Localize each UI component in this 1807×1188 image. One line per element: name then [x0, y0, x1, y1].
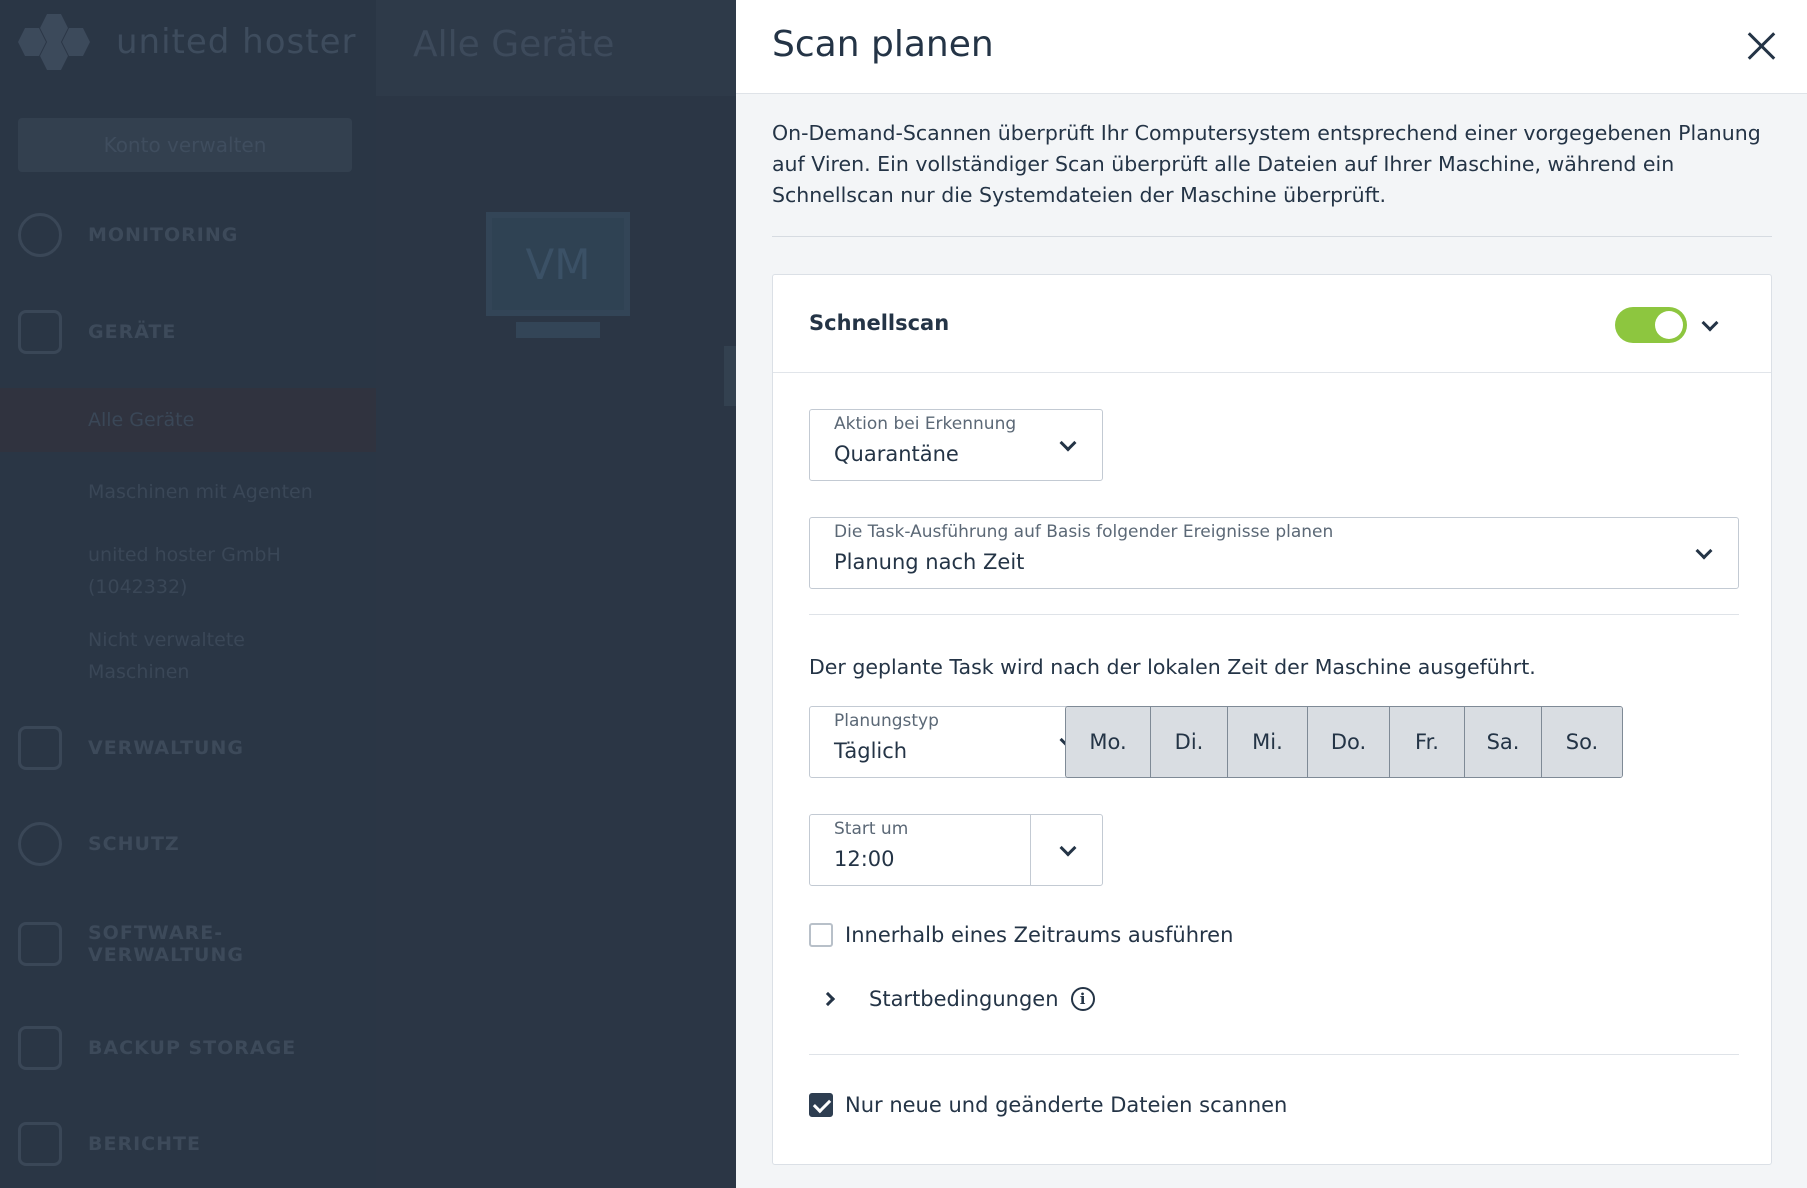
monitor-icon	[18, 310, 62, 354]
nav-protection[interactable]: SCHUTZ	[0, 822, 376, 866]
within-period-checkbox[interactable]	[809, 923, 833, 947]
report-icon	[18, 1122, 62, 1166]
vm-label: VM	[525, 239, 591, 289]
day-thursday[interactable]: Do.	[1308, 707, 1390, 777]
sidebar: united hoster Konto verwalten MONITORING…	[0, 0, 376, 1188]
close-icon[interactable]	[1743, 28, 1779, 64]
nav-devices[interactable]: GERÄTE	[0, 310, 376, 354]
chevron-down-icon[interactable]	[1059, 839, 1077, 858]
nav-monitoring[interactable]: MONITORING	[0, 213, 376, 257]
weekday-selector: Mo. Di. Mi. Do. Fr. Sa. So.	[1065, 706, 1623, 778]
panel-header: Scan planen	[736, 0, 1807, 94]
day-saturday[interactable]: Sa.	[1465, 707, 1542, 777]
toggle-knob	[1655, 311, 1683, 339]
chevron-right-icon	[820, 991, 836, 1007]
schedule-basis-select[interactable]: Die Task-Ausführung auf Basis folgender …	[809, 517, 1739, 589]
nav-label: MONITORING	[88, 224, 239, 246]
action-on-detection-select[interactable]: Aktion bei Erkennung Quarantäne	[809, 409, 1103, 481]
checkbox-label: Innerhalb eines Zeitraums ausführen	[845, 923, 1234, 947]
card-edge	[724, 346, 736, 406]
field-label: Aktion bei Erkennung	[834, 414, 1017, 434]
nav-label: BERICHTE	[88, 1133, 201, 1155]
vm-stand	[516, 322, 600, 338]
card-title: Schnellscan	[809, 311, 950, 335]
hdd-icon	[18, 1026, 62, 1070]
nav-reports[interactable]: BERICHTE	[0, 1122, 376, 1166]
panel-description: On-Demand-Scannen überprüft Ihr Computer…	[772, 121, 1761, 207]
scan-schedule-panel: Scan planen On-Demand-Scannen überprüft …	[736, 0, 1807, 1188]
start-conditions-expander[interactable]: Startbedingungen i	[820, 987, 1095, 1011]
field-label: Planungstyp	[834, 711, 939, 731]
day-friday[interactable]: Fr.	[1390, 707, 1465, 777]
chevron-down-icon	[1695, 542, 1713, 561]
day-wednesday[interactable]: Mi.	[1228, 707, 1308, 777]
chevron-down-icon	[1059, 434, 1077, 453]
divider	[809, 614, 1739, 615]
logo-text: united hoster	[116, 22, 357, 62]
only-new-files-option[interactable]: Nur neue und geänderte Dateien scannen	[809, 1093, 1287, 1117]
nav-label: GERÄTE	[88, 321, 177, 343]
divider	[772, 236, 1772, 237]
divider	[809, 1054, 1739, 1055]
sub-item-united-hoster[interactable]: united hoster GmbH (1042332)	[88, 539, 348, 603]
gauge-icon	[18, 213, 62, 257]
download-icon	[18, 922, 62, 966]
start-time-select[interactable]: Start um 12:00	[809, 814, 1103, 886]
card-header[interactable]: Schnellscan	[773, 275, 1771, 373]
field-value: Planung nach Zeit	[834, 550, 1025, 574]
field-value: 12:00	[834, 847, 895, 871]
quick-scan-toggle[interactable]	[1615, 307, 1687, 343]
sub-item-machines-with-agents[interactable]: Maschinen mit Agenten	[88, 476, 348, 508]
field-value: Quarantäne	[834, 442, 959, 466]
nav-backup-storage[interactable]: BACKUP STORAGE	[0, 1026, 376, 1070]
day-sunday[interactable]: So.	[1542, 707, 1622, 777]
page-title: Alle Geräte	[413, 24, 615, 65]
plan-type-select[interactable]: Planungstyp Täglich	[809, 706, 1103, 778]
local-time-info: Der geplante Task wird nach der lokalen …	[809, 655, 1536, 679]
logo: united hoster	[18, 12, 356, 72]
shield-icon	[18, 822, 62, 866]
nav-management[interactable]: VERWALTUNG	[0, 726, 376, 770]
field-value: Täglich	[834, 739, 908, 763]
day-monday[interactable]: Mo.	[1066, 707, 1151, 777]
nav-label: BACKUP STORAGE	[88, 1037, 297, 1059]
field-label: Start um	[834, 819, 909, 839]
quick-scan-card: Schnellscan Aktion bei Erkennung Quarant…	[772, 274, 1772, 1165]
chevron-down-icon[interactable]	[1695, 311, 1725, 335]
copy-icon	[18, 726, 62, 770]
nav-label: SCHUTZ	[88, 833, 180, 855]
nav-label: SOFTWARE-VERWALTUNG	[88, 922, 244, 966]
field-label: Die Task-Ausführung auf Basis folgender …	[834, 522, 1334, 542]
field-divider	[1030, 815, 1031, 885]
info-icon[interactable]: i	[1070, 987, 1095, 1011]
logo-hexagon-icon	[18, 12, 90, 72]
within-period-option[interactable]: Innerhalb eines Zeitraums ausführen	[809, 923, 1233, 947]
manage-account-button[interactable]: Konto verwalten	[18, 118, 352, 172]
sub-item-all-devices[interactable]: Alle Geräte	[88, 404, 348, 436]
panel-title: Scan planen	[772, 24, 994, 65]
nav-software-management[interactable]: SOFTWARE-VERWALTUNG	[0, 922, 300, 966]
start-conditions-label: Startbedingungen	[869, 987, 1059, 1011]
vm-icon[interactable]: VM	[486, 212, 630, 316]
main-area-bg	[376, 0, 736, 1188]
sub-item-unmanaged-machines[interactable]: Nicht verwaltete Maschinen	[88, 624, 348, 688]
nav-label: VERWALTUNG	[88, 737, 244, 759]
day-tuesday[interactable]: Di.	[1151, 707, 1228, 777]
only-new-files-checkbox[interactable]	[809, 1093, 833, 1117]
checkbox-label: Nur neue und geänderte Dateien scannen	[845, 1093, 1288, 1117]
